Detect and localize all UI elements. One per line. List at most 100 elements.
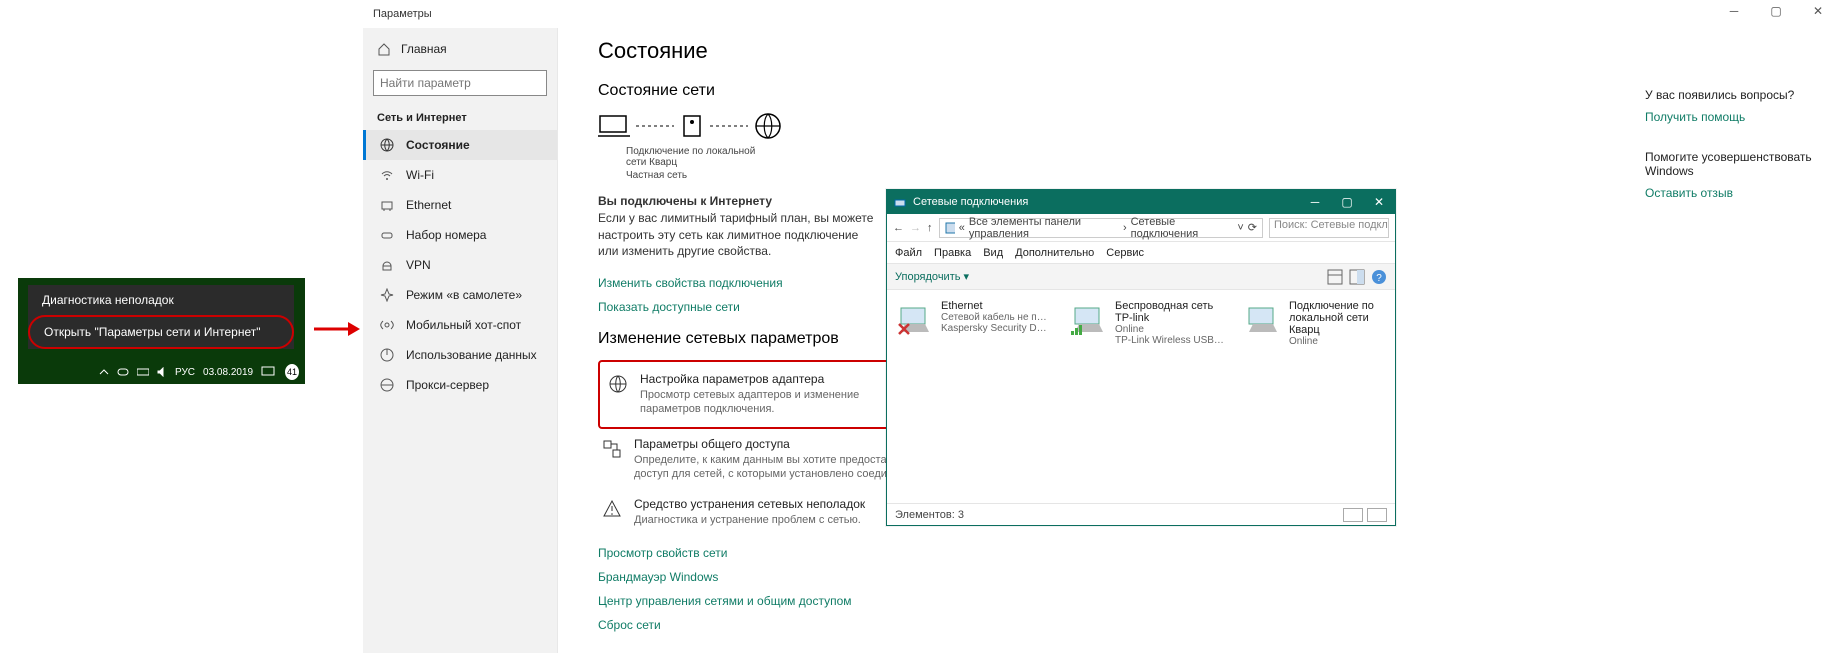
connection-name: Подключение по локальной сети Кварц — [626, 146, 756, 168]
line-icon — [710, 124, 748, 128]
toolbar-organize[interactable]: Упорядочить ▾ — [895, 270, 969, 283]
data-usage-icon — [380, 348, 394, 362]
param-title: Настройка параметров адаптера — [640, 372, 918, 386]
sharing-icon — [602, 439, 622, 459]
svg-text:?: ? — [1376, 273, 1382, 284]
help-question: У вас появились вопросы? — [1645, 88, 1815, 102]
menu-service[interactable]: Сервис — [1106, 247, 1144, 259]
menu-edit[interactable]: Правка — [934, 247, 971, 259]
conn-adapter: TP-Link Wireless USB Adap... — [1115, 335, 1225, 346]
diagram-labels: Подключение по локальной сети Кварц Част… — [626, 146, 1799, 181]
sidebar-home-label: Главная — [401, 42, 447, 56]
connection-item-ethernet[interactable]: Ethernet Сетевой кабель не подкл... Kasp… — [897, 300, 1051, 347]
breadcrumb[interactable]: « Все элементы панели управления › Сетев… — [939, 218, 1264, 238]
netconn-maximize-button[interactable]: ▢ — [1331, 195, 1363, 209]
nav-back-button[interactable]: ← — [893, 222, 904, 234]
tray-keyboard-icon[interactable] — [137, 367, 149, 377]
network-tray-context-menu: Диагностика неполадок Открыть "Параметры… — [28, 285, 294, 349]
sidebar-item-wifi[interactable]: Wi-Fi — [363, 160, 557, 190]
menu-view[interactable]: Вид — [983, 247, 1003, 259]
tray-chevron-up-icon[interactable] — [99, 367, 109, 377]
sidebar-item-label: VPN — [406, 258, 431, 272]
taskbar-tray: РУС 03.08.2019 41 — [93, 360, 305, 384]
sidebar-item-label: Ethernet — [406, 198, 451, 212]
tray-onedrive-icon[interactable] — [117, 367, 129, 377]
tray-language[interactable]: РУС — [175, 367, 195, 378]
sidebar-item-hotspot[interactable]: Мобильный хот-спот — [363, 310, 557, 340]
close-button[interactable]: ✕ — [1803, 4, 1833, 18]
signal-bars-icon — [1071, 322, 1085, 336]
link-get-help[interactable]: Получить помощь — [1645, 110, 1815, 124]
breadcrumb-part[interactable]: Все элементы панели управления — [969, 216, 1119, 240]
menu-file[interactable]: Файл — [895, 247, 922, 259]
sidebar-item-status[interactable]: Состояние — [363, 130, 557, 160]
proxy-icon — [380, 378, 394, 392]
nav-up-button[interactable]: ↑ — [927, 222, 933, 234]
tray-network-icon[interactable] — [261, 366, 275, 378]
link-network-props[interactable]: Просмотр свойств сети — [598, 546, 1799, 560]
search-input[interactable] — [373, 70, 547, 96]
refresh-button[interactable]: ⟳ — [1248, 221, 1257, 234]
breadcrumb-dropdown-icon[interactable]: ˅ — [1237, 222, 1243, 234]
netconn-menubar: Файл Правка Вид Дополнительно Сервис — [887, 242, 1395, 264]
breadcrumb-part[interactable]: Сетевые подключения — [1131, 216, 1230, 240]
menu-extra[interactable]: Дополнительно — [1015, 247, 1094, 259]
right-help-panel: У вас появились вопросы? Получить помощь… — [1645, 88, 1815, 226]
status-count: 3 — [958, 509, 964, 521]
sidebar-search[interactable] — [373, 70, 547, 96]
nav-forward-button[interactable]: → — [910, 222, 921, 234]
network-diagram — [598, 112, 1799, 140]
link-feedback[interactable]: Оставить отзыв — [1645, 186, 1815, 200]
taskbar-screenshot: Диагностика неполадок Открыть "Параметры… — [18, 278, 305, 384]
sidebar-item-datausage[interactable]: Использование данных — [363, 340, 557, 370]
toolbar-preview-icon[interactable] — [1349, 269, 1365, 285]
conn-name: Ethernet — [941, 300, 1051, 312]
link-network-center[interactable]: Центр управления сетями и общим доступом — [598, 594, 1799, 608]
netconn-close-button[interactable]: ✕ — [1363, 195, 1395, 209]
connection-item-wifi[interactable]: Беспроводная сеть TP-link Online TP-Link… — [1071, 300, 1225, 347]
param-adapter-settings[interactable]: Настройка параметров адаптера Просмотр с… — [598, 360, 928, 429]
sidebar-item-label: Режим «в самолете» — [406, 288, 522, 302]
conn-name: Беспроводная сеть TP-link — [1115, 300, 1225, 324]
tray-date[interactable]: 03.08.2019 — [203, 367, 253, 378]
toolbar-view-icon[interactable] — [1327, 269, 1343, 285]
netconn-search-input[interactable]: Поиск: Сетевые подкл... — [1269, 218, 1389, 238]
conn-status: Сетевой кабель не подкл... — [941, 312, 1051, 323]
param-troubleshoot[interactable]: Средство устранения сетевых неполадок Ди… — [598, 489, 928, 535]
minimize-button[interactable]: ─ — [1719, 4, 1749, 18]
ctx-diagnose[interactable]: Диагностика неполадок — [28, 285, 294, 315]
sidebar-item-label: Состояние — [406, 138, 470, 152]
connection-item-lan[interactable]: Подключение по локальной сети Кварц Onli… — [1245, 300, 1385, 347]
toolbar-help-icon[interactable]: ? — [1371, 269, 1387, 285]
ctx-open-network-settings[interactable]: Открыть "Параметры сети и Интернет" — [28, 315, 294, 349]
sidebar-item-label: Использование данных — [406, 348, 537, 362]
netconn-minimize-button[interactable]: ─ — [1299, 195, 1331, 209]
view-icons-button[interactable] — [1367, 508, 1387, 522]
tray-notifications-badge[interactable]: 41 — [285, 364, 299, 380]
sidebar-item-label: Набор номера — [406, 228, 486, 242]
netconn-address-bar: ← → ↑ « Все элементы панели управления ›… — [887, 214, 1395, 242]
wifi-icon — [380, 168, 394, 182]
param-sharing[interactable]: Параметры общего доступа Определите, к к… — [598, 429, 928, 490]
link-firewall[interactable]: Брандмауэр Windows — [598, 570, 1799, 584]
warning-icon — [602, 499, 622, 519]
sidebar-item-airplane[interactable]: Режим «в самолете» — [363, 280, 557, 310]
maximize-button[interactable]: ▢ — [1761, 4, 1791, 18]
connection-info: Вы подключены к Интернету Если у вас лим… — [598, 193, 878, 260]
conn-adapter: Kaspersky Security Data Esc... — [941, 323, 1051, 334]
sidebar-item-proxy[interactable]: Прокси-сервер — [363, 370, 557, 400]
sidebar-item-label: Прокси-сервер — [406, 378, 489, 392]
sidebar-item-label: Wi-Fi — [406, 168, 434, 182]
sidebar-item-dialup[interactable]: Набор номера — [363, 220, 557, 250]
settings-title-text: Параметры — [373, 8, 432, 20]
link-network-reset[interactable]: Сброс сети — [598, 618, 1799, 632]
conn-status: Online — [1115, 324, 1225, 335]
sidebar-item-vpn[interactable]: VPN — [363, 250, 557, 280]
tray-speaker-icon[interactable] — [157, 367, 167, 377]
control-panel-icon — [945, 222, 955, 234]
sidebar-home[interactable]: Главная — [363, 36, 557, 62]
conn-status: Online — [1289, 336, 1385, 347]
view-details-button[interactable] — [1343, 508, 1363, 522]
conn-name: Подключение по локальной сети Кварц — [1289, 300, 1385, 336]
sidebar-item-ethernet[interactable]: Ethernet — [363, 190, 557, 220]
